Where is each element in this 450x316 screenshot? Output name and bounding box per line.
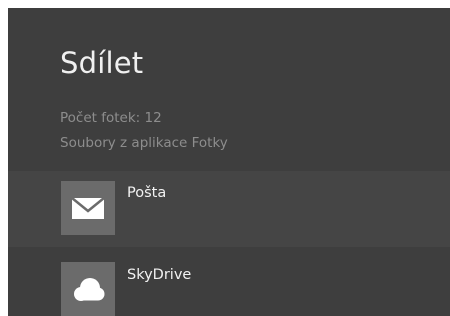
share-target-skydrive[interactable]: SkyDrive: [8, 247, 450, 316]
share-target-label-mail: Pošta: [127, 185, 167, 201]
photo-count: Počet fotek: 12: [60, 110, 162, 126]
pane-title: Sdílet: [60, 46, 144, 80]
cloud-icon: [74, 278, 105, 301]
mail-tile: [61, 181, 115, 235]
share-target-label-skydrive: SkyDrive: [127, 267, 192, 283]
source-app-info: Soubory z aplikace Fotky: [60, 135, 228, 151]
share-charm-pane: Sdílet Počet fotek: 12 Soubory z aplikac…: [8, 8, 450, 316]
mail-icon: [71, 197, 105, 219]
share-target-mail[interactable]: Pošta: [8, 171, 450, 247]
skydrive-tile: [61, 262, 115, 316]
